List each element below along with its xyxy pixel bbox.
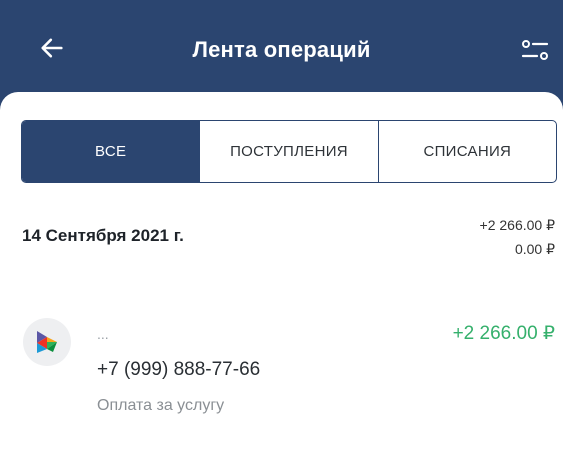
- tab-outgoing[interactable]: СПИСАНИЯ: [377, 121, 556, 182]
- day-expense-total: 0.00 ₽: [514, 241, 555, 257]
- sliders-icon[interactable]: [519, 36, 551, 64]
- tab-incoming[interactable]: ПОСТУПЛЕНИЯ: [199, 121, 377, 182]
- operation-filter-tabs: ВСЕ ПОСТУПЛЕНИЯ СПИСАНИЯ: [21, 120, 557, 183]
- day-totals: +2 266.00 ₽ 0.00 ₽: [480, 213, 555, 261]
- operation-phone: +7 (999) 888-77-66: [97, 359, 261, 380]
- operation-amount: +2 266.00 ₽: [452, 323, 555, 344]
- operation-name: ...: [97, 326, 109, 342]
- operation-description: Оплата за услугу: [97, 397, 225, 414]
- tab-all[interactable]: ВСЕ: [22, 121, 200, 182]
- operation-item[interactable]: ... +2 266.00 ₽ +7 (999) 888-77-66 Оплат…: [0, 312, 563, 432]
- page-title: Лента операций: [192, 37, 371, 62]
- day-date-label: 14 Сентября 2021 г.: [22, 226, 184, 245]
- sbp-logo-icon: [23, 318, 71, 366]
- day-income-total: +2 266.00 ₽: [479, 217, 555, 233]
